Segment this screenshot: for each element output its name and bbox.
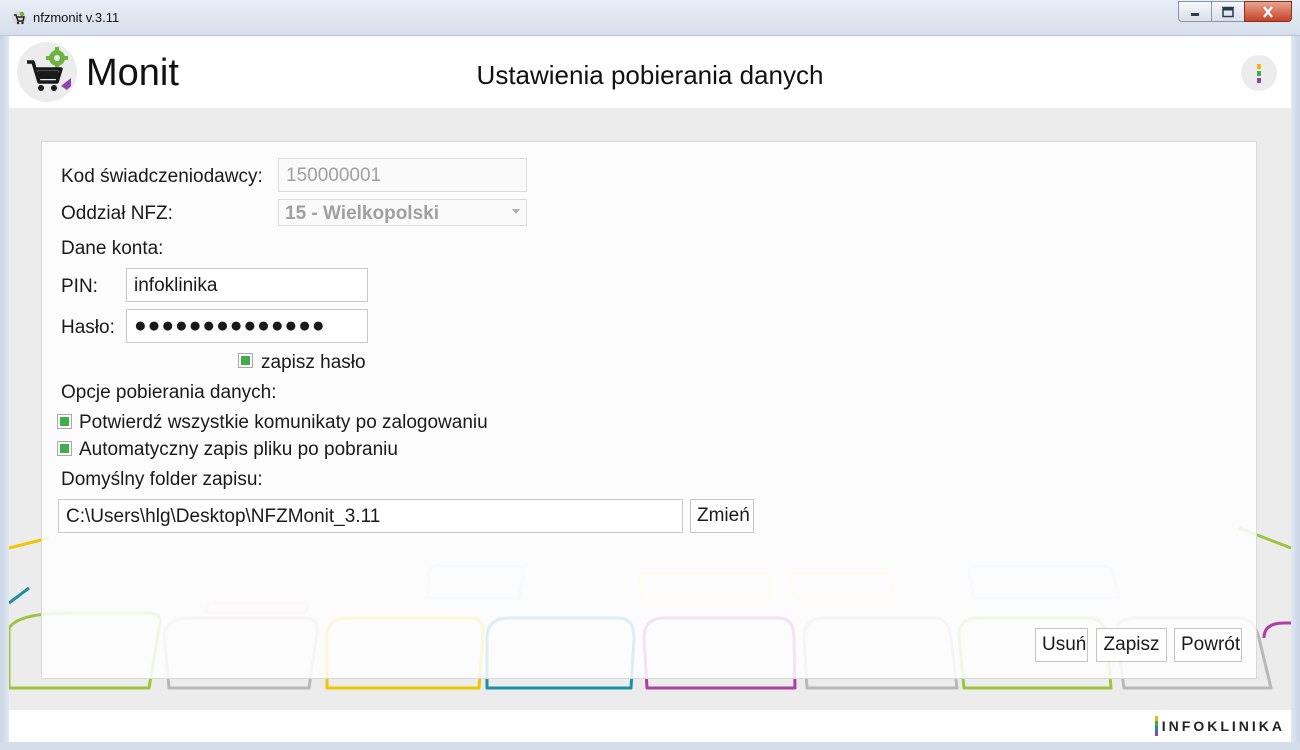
window-frame-right xyxy=(1291,36,1300,750)
nfz-branch-select: 15 - Wielkopolski xyxy=(278,199,527,226)
minimize-icon xyxy=(1191,12,1199,16)
app-icon xyxy=(12,11,26,25)
menu-dot-icon xyxy=(1257,77,1261,83)
brand-logo-text: INFOKLINIKA xyxy=(1161,718,1285,734)
password-input[interactable]: ●●●●●●●●●●●●●● xyxy=(126,309,368,343)
brand-color-bar xyxy=(1155,716,1158,736)
pin-label: PIN: xyxy=(61,276,98,297)
password-label: Hasło: xyxy=(61,317,115,338)
window-frame-left xyxy=(0,36,9,750)
minimize-button[interactable] xyxy=(1178,1,1212,22)
footer: INFOKLINIKA xyxy=(9,710,1291,742)
window-controls xyxy=(1178,1,1292,22)
window-title: nfzmonit v.3.11 xyxy=(33,10,120,25)
kebab-menu-button[interactable] xyxy=(1241,55,1277,91)
maximize-icon xyxy=(1222,6,1234,17)
maximize-button[interactable] xyxy=(1211,1,1245,22)
menu-dot-icon xyxy=(1257,63,1261,69)
window-frame-bottom xyxy=(0,742,1300,750)
confirm-messages-label: Potwierdź wszystkie komunikaty po zalogo… xyxy=(79,412,488,433)
back-button[interactable]: Powrót xyxy=(1174,628,1242,662)
provider-code-field: 150000001 xyxy=(278,158,527,192)
settings-panel: Kod świadczeniodawcy: 150000001 Oddział … xyxy=(41,141,1257,679)
provider-code-label: Kod świadczeniodawcy: xyxy=(61,166,263,187)
nfz-branch-label: Oddział NFZ: xyxy=(61,203,173,224)
save-button[interactable]: Zapisz xyxy=(1096,628,1167,662)
close-icon xyxy=(1263,5,1273,18)
app-header: Monit Ustawienia pobierania danych xyxy=(9,36,1291,108)
default-folder-input[interactable]: C:\Users\hlg\Desktop\NFZMonit_3.11 xyxy=(58,499,683,533)
account-section-label: Dane konta: xyxy=(61,238,164,259)
window-titlebar: nfzmonit v.3.11 xyxy=(0,0,1300,36)
pin-input[interactable]: infoklinika xyxy=(126,268,368,302)
auto-save-checkbox[interactable] xyxy=(57,441,72,456)
change-folder-button[interactable]: Zmień xyxy=(690,499,754,533)
save-password-checkbox[interactable] xyxy=(238,353,253,368)
auto-save-label: Automatyczny zapis pliku po pobraniu xyxy=(79,439,398,460)
default-folder-label: Domyślny folder zapisu: xyxy=(61,469,263,490)
delete-button[interactable]: Usuń xyxy=(1035,628,1088,662)
page-title: Ustawienia pobierania danych xyxy=(476,60,824,90)
confirm-messages-checkbox[interactable] xyxy=(57,414,72,429)
nfz-branch-value: 15 - Wielkopolski xyxy=(285,203,439,224)
content-area: Kod świadczeniodawcy: 150000001 Oddział … xyxy=(9,108,1291,710)
menu-dot-icon xyxy=(1257,70,1261,76)
close-button[interactable] xyxy=(1244,1,1292,22)
chevron-down-icon xyxy=(512,209,520,214)
save-password-label: zapisz hasło xyxy=(261,352,366,373)
download-options-label: Opcje pobierania danych: xyxy=(61,382,277,403)
